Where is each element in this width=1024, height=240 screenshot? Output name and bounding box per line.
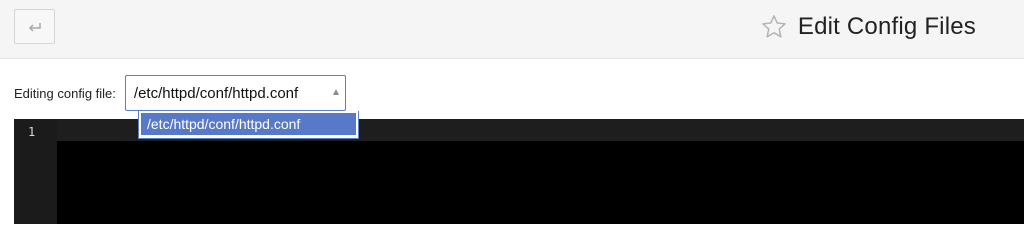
caret-up-icon [332, 89, 339, 95]
return-arrow-icon [27, 21, 43, 33]
page-title: Edit Config Files [797, 13, 976, 40]
config-file-select-value: /etc/httpd/conf/httpd.conf [133, 84, 299, 102]
config-file-select[interactable]: /etc/httpd/conf/httpd.conf [124, 75, 346, 111]
config-file-label: Editing config file: [14, 85, 116, 101]
page-header: Edit Config Files [0, 0, 1024, 59]
back-button[interactable] [14, 9, 55, 44]
editor-gutter: 1 [14, 119, 57, 224]
star-icon[interactable] [760, 13, 788, 41]
title-area: Edit Config Files [760, 10, 976, 44]
config-file-row: Editing config file: /etc/httpd/conf/htt… [14, 75, 346, 111]
config-file-dropdown: /etc/httpd/conf/httpd.conf [138, 111, 359, 139]
line-number: 1 [28, 125, 36, 139]
dropdown-option[interactable]: /etc/httpd/conf/httpd.conf [141, 113, 356, 135]
